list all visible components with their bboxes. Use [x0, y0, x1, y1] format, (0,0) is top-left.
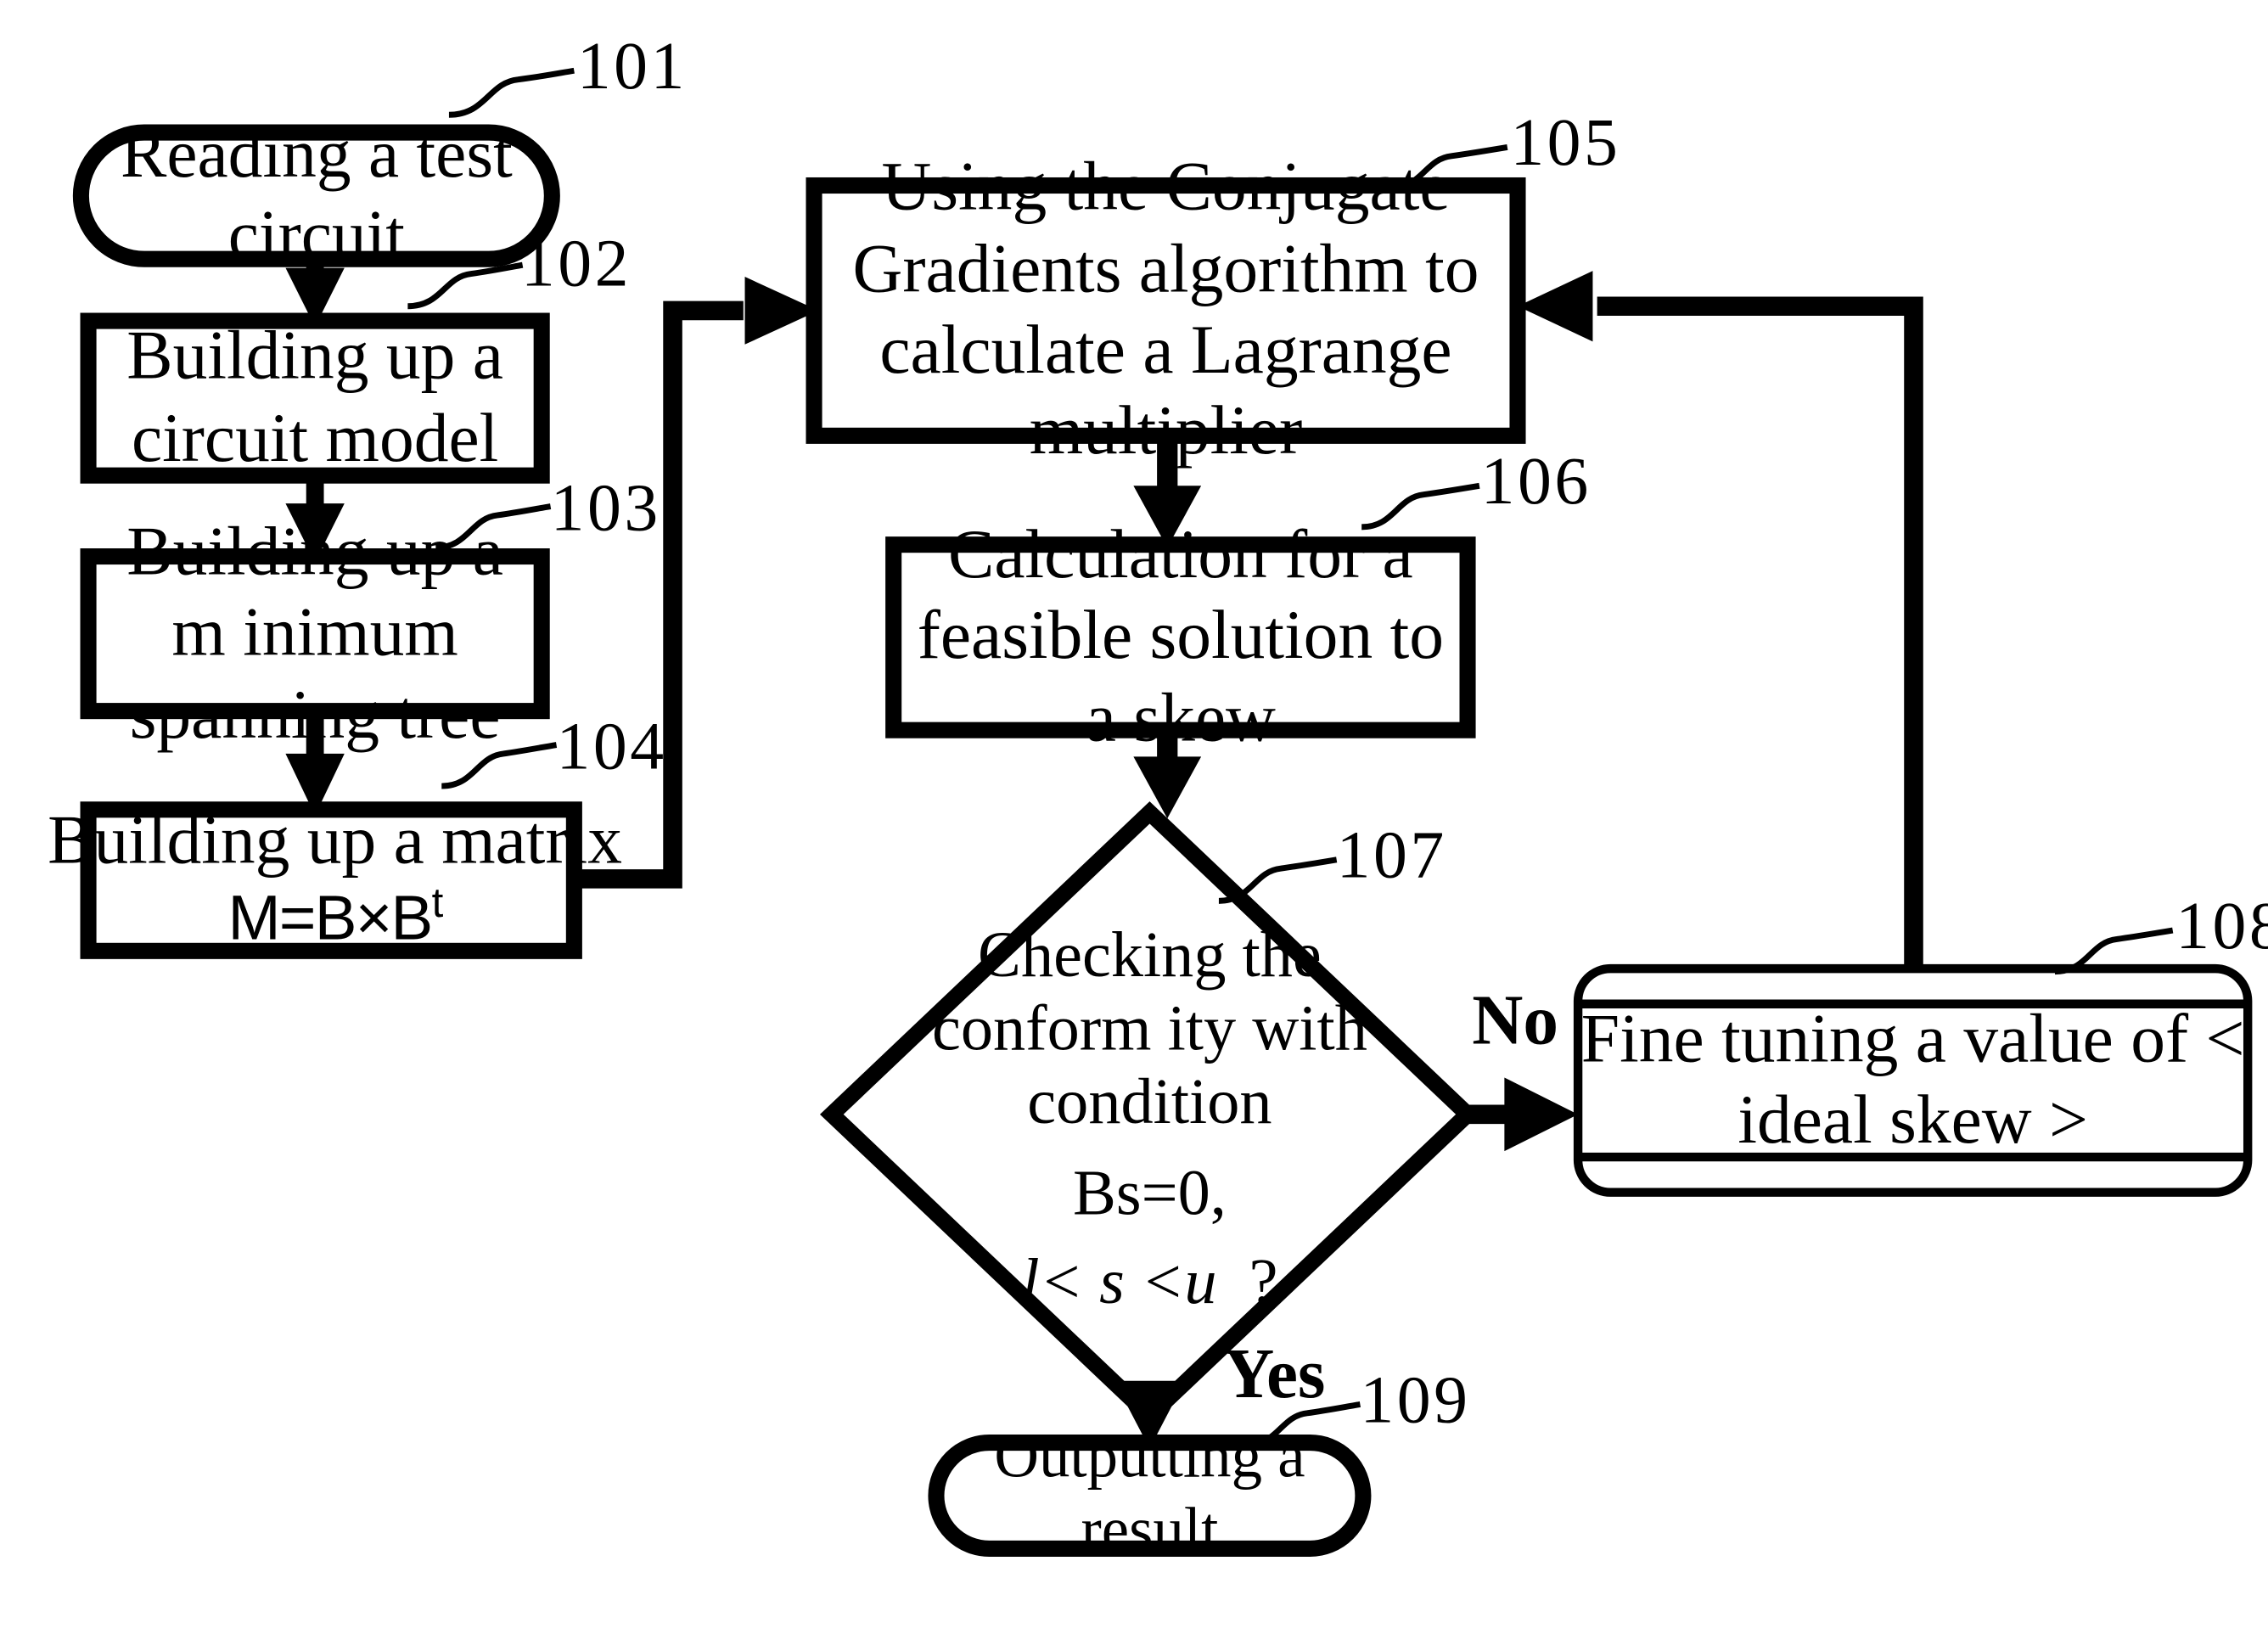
edge-label-no: No	[1472, 981, 1558, 1060]
leader-107	[1218, 856, 1338, 904]
leader-106	[1361, 482, 1480, 531]
leader-101	[448, 67, 575, 118]
ref-label-108: 108	[2175, 887, 2268, 963]
connector-108-to-105-feedback	[1517, 271, 1923, 969]
ref-label-101: 101	[576, 27, 688, 104]
leader-103	[435, 503, 552, 551]
ref-label-104: 104	[556, 708, 667, 783]
leader-102	[407, 261, 524, 310]
connector-107-to-108	[1468, 1077, 1579, 1152]
ref-label-103: 103	[550, 469, 661, 545]
ref-label-106: 106	[1480, 443, 1592, 519]
ref-label-109: 109	[1360, 1362, 1471, 1437]
ref-label-105: 105	[1510, 104, 1621, 180]
connector-105-to-106	[1133, 435, 1202, 548]
node-109-shape	[928, 1435, 1372, 1557]
edge-label-yes: Yes	[1223, 1334, 1326, 1413]
node-103-shape	[80, 548, 550, 720]
connector-103-to-104	[285, 710, 345, 816]
node-102-shape	[80, 312, 550, 484]
connector-104-to-105	[574, 277, 819, 889]
node-105-shape	[806, 177, 1526, 444]
node-101-shape	[72, 124, 560, 267]
node-106-shape	[885, 536, 1476, 738]
connector-106-to-107	[1133, 730, 1202, 819]
ref-label-102: 102	[520, 225, 632, 300]
node-107-shape	[819, 801, 1479, 1428]
flowchart-canvas: Reading a test circuit Building up a cir…	[0, 0, 2268, 1634]
node-104-shape	[80, 801, 582, 959]
flowchart-connectors-layer	[72, 67, 2253, 1557]
scale-wrapper: Reading a test circuit Building up a cir…	[0, 0, 2268, 1634]
ref-label-107: 107	[1336, 817, 1447, 892]
leader-104	[441, 742, 558, 789]
